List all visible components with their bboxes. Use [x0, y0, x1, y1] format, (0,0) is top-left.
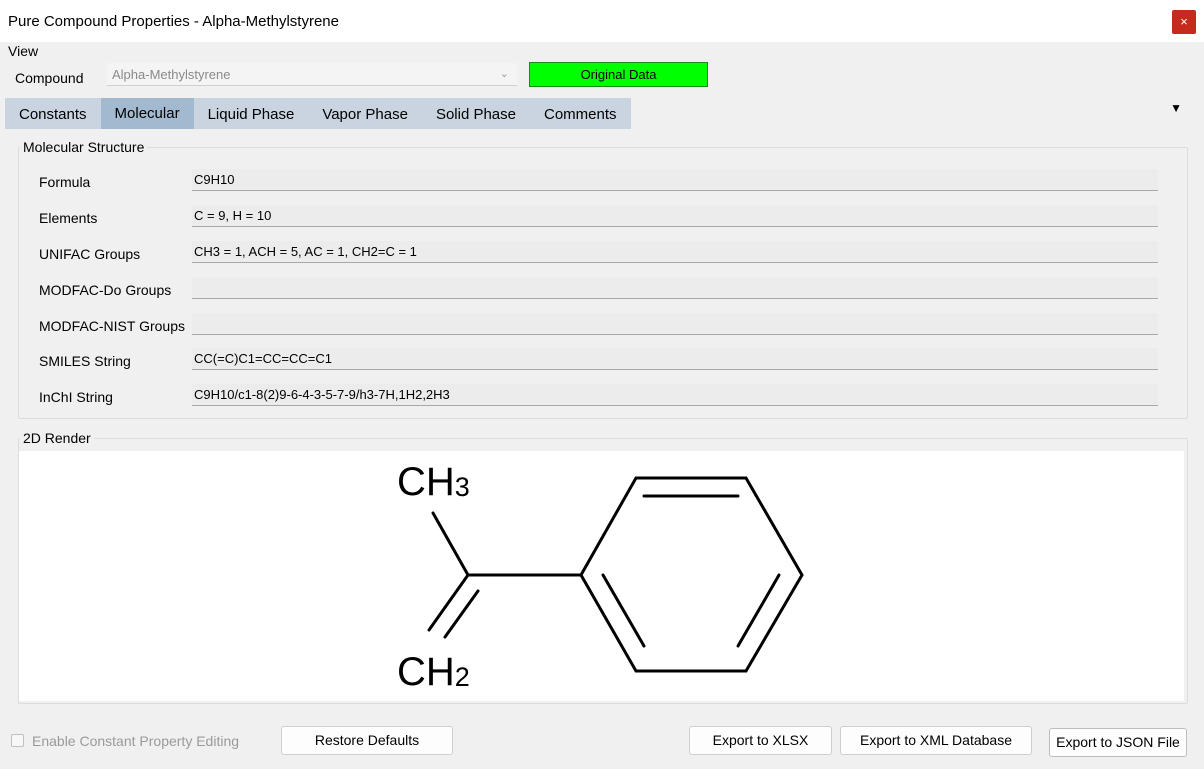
tab-constants[interactable]: Constants: [5, 98, 101, 129]
ch3-label: CH3: [397, 460, 470, 504]
formula-label: Formula: [39, 174, 91, 190]
compound-select[interactable]: Alpha-Methylstyrene ⌄: [107, 63, 517, 86]
elements-label: Elements: [39, 210, 98, 226]
data-status-badge: Original Data: [529, 62, 708, 87]
formula-field[interactable]: C9H10: [192, 169, 1158, 191]
vinyl-double-bond-a: [427, 573, 470, 632]
chevron-down-icon: ⌄: [499, 68, 509, 80]
tab-liquid-phase[interactable]: Liquid Phase: [194, 98, 309, 129]
unifac-groups-label: UNIFAC Groups: [39, 246, 141, 262]
enable-editing-label: Enable Constant Property Editing: [32, 733, 240, 749]
compound-label: Compound: [15, 70, 84, 86]
tab-vapor-phase[interactable]: Vapor Phase: [308, 98, 422, 129]
elements-field[interactable]: C = 9, H = 10: [192, 205, 1158, 227]
modfac-do-groups-label: MODFAC-Do Groups: [39, 282, 172, 298]
tab-comments[interactable]: Comments: [530, 98, 631, 129]
unifac-groups-field[interactable]: CH3 = 1, ACH = 5, AC = 1, CH2=C = 1: [192, 241, 1158, 263]
benzene-ring: [579, 476, 804, 673]
ring-double-bond-right: [736, 573, 781, 648]
enable-editing-checkbox[interactable]: [11, 734, 24, 747]
methyl-bond: [431, 511, 470, 577]
ch2-label: CH2: [397, 650, 470, 694]
menu-view[interactable]: View: [8, 43, 38, 59]
smiles-string-field[interactable]: CC(=C)C1=CC=CC=C1: [192, 348, 1158, 370]
molecule-drawing: CH3 CH2: [397, 460, 804, 694]
inchi-string-field[interactable]: C9H10/c1-8(2)9-6-4-3-5-7-9/h3-7H,1H2,2H3: [192, 384, 1158, 406]
tab-molecular[interactable]: Molecular: [100, 98, 194, 129]
export-xlsx-button[interactable]: Export to XLSX: [689, 726, 832, 755]
structure-render-canvas: CH3 CH2: [19, 451, 1184, 701]
restore-defaults-button[interactable]: Restore Defaults: [281, 726, 453, 755]
modfac-nist-groups-field[interactable]: [192, 313, 1158, 335]
tab-strip: Constants Molecular Liquid Phase Vapor P…: [5, 98, 631, 129]
title-bar: Pure Compound Properties - Alpha-Methyls…: [0, 0, 1204, 42]
modfac-do-groups-field[interactable]: [192, 277, 1158, 299]
window-title: Pure Compound Properties - Alpha-Methyls…: [8, 13, 339, 30]
export-xml-button[interactable]: Export to XML Database: [840, 726, 1032, 755]
tab-overflow-icon[interactable]: ▼: [1170, 101, 1182, 115]
close-icon: ×: [1180, 14, 1188, 29]
inchi-string-label: InChI String: [39, 389, 113, 405]
export-json-button[interactable]: Export to JSON File: [1049, 728, 1187, 757]
close-button[interactable]: ×: [1172, 10, 1196, 34]
modfac-nist-groups-label: MODFAC-NIST Groups: [39, 318, 185, 334]
molecular-structure-title: Molecular Structure: [20, 139, 148, 155]
smiles-string-label: SMILES String: [39, 353, 131, 369]
render-title: 2D Render: [20, 430, 94, 446]
ring-double-bond-left: [601, 573, 646, 648]
tab-solid-phase[interactable]: Solid Phase: [422, 98, 530, 129]
compound-selected-value: Alpha-Methylstyrene: [112, 67, 231, 82]
